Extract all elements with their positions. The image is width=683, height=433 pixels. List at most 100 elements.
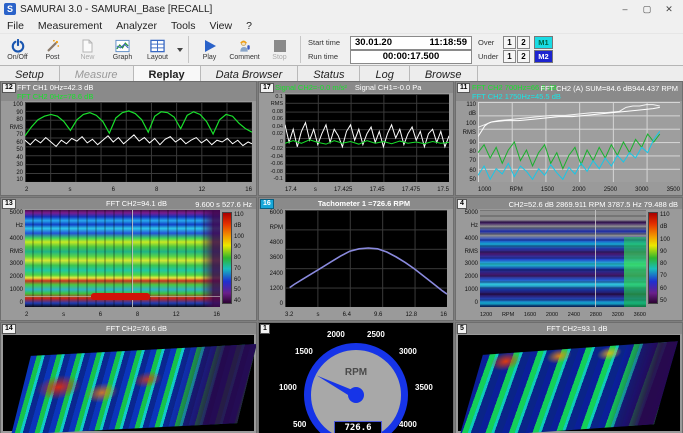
m1-button[interactable]: M1 [534, 36, 553, 49]
panel-header: FFT CH2=76.6 dB [1, 323, 256, 334]
tick-label: 17.5 [437, 187, 449, 193]
over-1-button[interactable]: 1 [503, 36, 516, 49]
maximize-button[interactable]: ▢ [637, 4, 657, 15]
tick-label: 110 [660, 212, 670, 218]
gauge-area[interactable]: RPM 500 1000 1500 2000 2500 3000 3500 40… [259, 323, 453, 433]
tick-label: 90 [234, 244, 241, 251]
y-axis-ticks: 110 dB 100 RMS 90 80 70 60 50 [456, 102, 476, 183]
panel-number-badge[interactable]: 16 [260, 199, 274, 209]
tick-label: Hz [15, 222, 23, 229]
under-1-button[interactable]: 1 [503, 50, 516, 63]
play-button[interactable]: Play [192, 34, 227, 65]
gauge-tick-1500: 1500 [295, 347, 313, 356]
tick-label: s [62, 312, 66, 318]
post-button[interactable]: Post [35, 34, 70, 65]
over-2-button[interactable]: 2 [517, 36, 530, 49]
comment-button[interactable]: Comment [227, 34, 262, 65]
tick-label: 60 [16, 139, 23, 146]
tick-label: 90 [469, 139, 476, 146]
waterfall-plot-area[interactable] [458, 335, 680, 433]
tick-label: 100 [465, 120, 476, 127]
panel-title-ch2: Signal CH2=-0.0 m/s² [275, 83, 347, 92]
tick-label: 17.45 [369, 187, 385, 193]
tick-label: dB [660, 224, 668, 231]
order-trace-green [478, 134, 660, 169]
gauge-value-readout: 726.6 [334, 421, 382, 433]
tick-label: 4000 [464, 235, 478, 242]
fft-plot-area[interactable] [25, 102, 252, 182]
panel-spectrogram-rpm: 4 CH2=52.6 dB 2869.911 RPM 3787.5 Hz 79.… [455, 197, 683, 321]
menu-help[interactable]: ? [239, 20, 259, 32]
tick-label: 100 [660, 236, 671, 243]
tick-label: -0.02 [270, 146, 283, 153]
cursor-readout: 9.600 s 527.6 Hz [195, 200, 252, 209]
tick-label: 70 [16, 132, 23, 138]
tick-label: 1000 [464, 287, 478, 294]
panel-title: FFT CH2=93.1 dB [546, 324, 608, 333]
panel-header: Tachometer 1 =726.6 RPM [259, 198, 453, 209]
onoff-button[interactable]: On/Off [0, 34, 35, 65]
spectrogram-image[interactable] [25, 210, 220, 307]
tick-label: 1000 [478, 187, 492, 193]
rpm-cursor-line[interactable] [594, 210, 596, 307]
tick-label: 12 [198, 187, 206, 193]
panel-number-badge[interactable]: 17 [260, 83, 274, 93]
tick-label: RMS [464, 248, 478, 255]
panel-number-badge[interactable]: 5 [457, 324, 467, 334]
menu-view[interactable]: View [203, 20, 240, 32]
close-button[interactable]: ✕ [659, 4, 679, 15]
tach-plot-area[interactable] [285, 210, 447, 307]
signal-plot-area[interactable] [285, 94, 449, 182]
comment-person-icon [237, 39, 252, 54]
tick-label: 0 [474, 299, 478, 306]
layout-button[interactable]: Layout [140, 34, 175, 65]
tick-label: 110 [234, 212, 244, 218]
window-title: SAMURAI 3.0 - SAMURAI_Base [RECALL] [20, 3, 213, 15]
panel-number-badge[interactable]: 4 [457, 199, 467, 209]
tick-label: 4800 [269, 240, 283, 247]
high-level-region [624, 237, 646, 307]
menu-measurement[interactable]: Measurement [31, 20, 109, 32]
panel-header: FFT CH2 700Hz=66.6 dB FFT CH2 1750Hz=45.… [456, 82, 682, 101]
panel-title: CH2=52.6 dB 2869.911 RPM 3787.5 Hz 79.48… [508, 200, 678, 209]
start-time-field[interactable]: 30.01.20 11:18:59 [350, 35, 472, 50]
menu-tools[interactable]: Tools [164, 20, 203, 32]
panel-number-badge[interactable]: 13 [2, 199, 16, 209]
under-2-button[interactable]: 2 [517, 50, 530, 63]
tick-label: 1200 [480, 312, 493, 318]
graph-button[interactable]: Graph [105, 34, 140, 65]
tick-label: 100 [12, 102, 23, 108]
tick-label: RMS [462, 130, 476, 137]
tick-label: -0.08 [270, 168, 283, 175]
over-label: Over [478, 38, 495, 47]
fft-rpm-plot-area[interactable] [478, 102, 680, 182]
tick-label: 3500 [666, 187, 680, 193]
panel-number-badge[interactable]: 1 [260, 324, 270, 334]
panel-number-badge[interactable]: 11 [457, 83, 471, 93]
layout-dropdown-caret[interactable] [177, 47, 183, 52]
menu-analyzer[interactable]: Analyzer [109, 20, 164, 32]
waterfall-plot-area[interactable] [3, 335, 256, 433]
panel-number-badge[interactable]: 12 [2, 83, 16, 93]
minimize-button[interactable]: – [615, 4, 635, 15]
tick-label: RMS [9, 248, 23, 255]
tick-label: 50 [469, 177, 476, 183]
run-time-field[interactable]: 00:00:17.500 [350, 49, 472, 64]
menu-file[interactable]: File [0, 20, 31, 32]
tick-label: 20 [16, 169, 23, 176]
tick-label: 1000 [9, 287, 23, 294]
panel-number-badge[interactable]: 14 [2, 324, 16, 334]
tick-label: 1600 [523, 312, 537, 318]
tick-label: 2000 [572, 187, 586, 193]
tick-label: 70 [660, 273, 667, 280]
stop-button[interactable]: Stop [262, 34, 297, 65]
spectrogram-rpm-image[interactable] [480, 210, 646, 307]
m2-button[interactable]: M2 [534, 50, 553, 63]
new-button[interactable]: New [70, 34, 105, 65]
tick-label: 80 [469, 148, 476, 155]
panel-fft-rpm: 11 FFT CH2 700Hz=66.6 dB FFT CH2 1750Hz=… [455, 81, 683, 196]
tick-label: s [316, 312, 320, 318]
menu-bar: File Measurement Analyzer Tools View ? [0, 18, 683, 33]
play-icon [203, 39, 217, 54]
tick-label: RMS [9, 124, 23, 131]
